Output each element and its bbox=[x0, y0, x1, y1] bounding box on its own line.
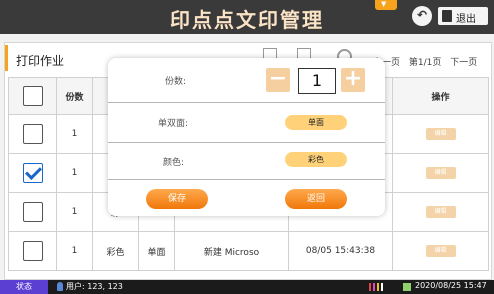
print-settings-dialog: 份数: − 1 + 单双面: 单面 颜色: 彩色 保存 返回 bbox=[108, 58, 385, 216]
toner-bar bbox=[377, 283, 379, 291]
decrement-button[interactable]: − bbox=[266, 66, 290, 92]
page-indicator: 第1/1页 bbox=[408, 58, 442, 68]
user-info: 用户: 123, 123 bbox=[66, 282, 123, 291]
back-arrow-icon: ↶ bbox=[416, 8, 428, 22]
row-checkbox[interactable] bbox=[22, 202, 43, 222]
exit-button[interactable]: 退出 bbox=[438, 7, 488, 25]
plus-icon: + bbox=[343, 66, 363, 91]
duplex-select[interactable]: 单面 bbox=[285, 115, 347, 130]
copies-cell: 1 bbox=[56, 153, 93, 193]
edit-button[interactable]: 编辑 bbox=[425, 206, 456, 218]
copies-cell: 1 bbox=[56, 114, 93, 154]
minus-icon: − bbox=[268, 66, 288, 91]
copies-cell: 1 bbox=[56, 231, 93, 271]
copies-input[interactable]: 1 bbox=[298, 68, 336, 94]
copies-label: 份数: bbox=[165, 77, 187, 87]
edit-button[interactable]: 编辑 bbox=[425, 167, 456, 179]
chevron-down-icon: ▼ bbox=[381, 0, 387, 8]
copies-cell: 1 bbox=[56, 192, 93, 232]
divider bbox=[108, 142, 385, 143]
dropdown-toggle[interactable]: ▼ bbox=[375, 0, 397, 10]
divider bbox=[108, 102, 385, 103]
row-checkbox[interactable] bbox=[22, 124, 43, 144]
datetime: 2020/08/25 15:47 bbox=[415, 281, 487, 290]
pager: 上一页 第1/1页 下一页 bbox=[373, 55, 483, 68]
exit-icon bbox=[442, 10, 452, 22]
save-button[interactable]: 保存 bbox=[146, 189, 208, 209]
exit-label: 退出 bbox=[456, 14, 476, 25]
online-indicator bbox=[403, 283, 411, 291]
user-icon bbox=[57, 282, 63, 291]
column-header: 份数 bbox=[56, 77, 93, 115]
panel-title: 打印作业 bbox=[16, 54, 65, 68]
return-button[interactable]: 返回 bbox=[285, 189, 347, 209]
panel-accent bbox=[5, 45, 8, 71]
row-checkbox[interactable] bbox=[22, 241, 43, 261]
toner-bar bbox=[369, 283, 371, 291]
toner-bar bbox=[373, 283, 375, 291]
sides-cell: 单面 bbox=[138, 231, 175, 271]
divider bbox=[108, 179, 385, 180]
filename-cell: 新建 Microso bbox=[174, 231, 289, 271]
color-select[interactable]: 彩色 bbox=[285, 152, 347, 167]
status-bar: 状态 用户: 123, 123 2020/08/25 15:47 bbox=[0, 280, 494, 294]
table-row[interactable]: 1 彩色 单面 新建 Microso 08/05 15:43:38 编辑 bbox=[8, 231, 489, 271]
status-badge[interactable]: 状态 bbox=[0, 280, 48, 294]
duplex-label: 单双面: bbox=[158, 119, 189, 129]
back-button[interactable]: ↶ bbox=[412, 6, 432, 26]
toner-bar bbox=[381, 283, 383, 291]
select-all-cell bbox=[8, 77, 57, 115]
column-header: 操作 bbox=[392, 77, 489, 115]
row-checkbox[interactable] bbox=[22, 163, 43, 183]
increment-button[interactable]: + bbox=[341, 66, 365, 92]
time-cell: 08/05 15:43:38 bbox=[288, 231, 393, 271]
select-all-checkbox[interactable] bbox=[22, 86, 43, 106]
next-page-link[interactable]: 下一页 bbox=[450, 58, 477, 68]
edit-button[interactable]: 编辑 bbox=[425, 245, 456, 257]
color-label: 颜色: bbox=[163, 158, 185, 168]
print-manager-screen: 印点点文印管理 ▼ ↶ 退出 打印作业 上一页 第1/1页 下一页 份数 颜 bbox=[0, 0, 494, 294]
app-header: 印点点文印管理 ▼ ↶ 退出 bbox=[0, 0, 494, 34]
edit-button[interactable]: 编辑 bbox=[425, 128, 456, 140]
color-cell: 彩色 bbox=[92, 231, 139, 271]
